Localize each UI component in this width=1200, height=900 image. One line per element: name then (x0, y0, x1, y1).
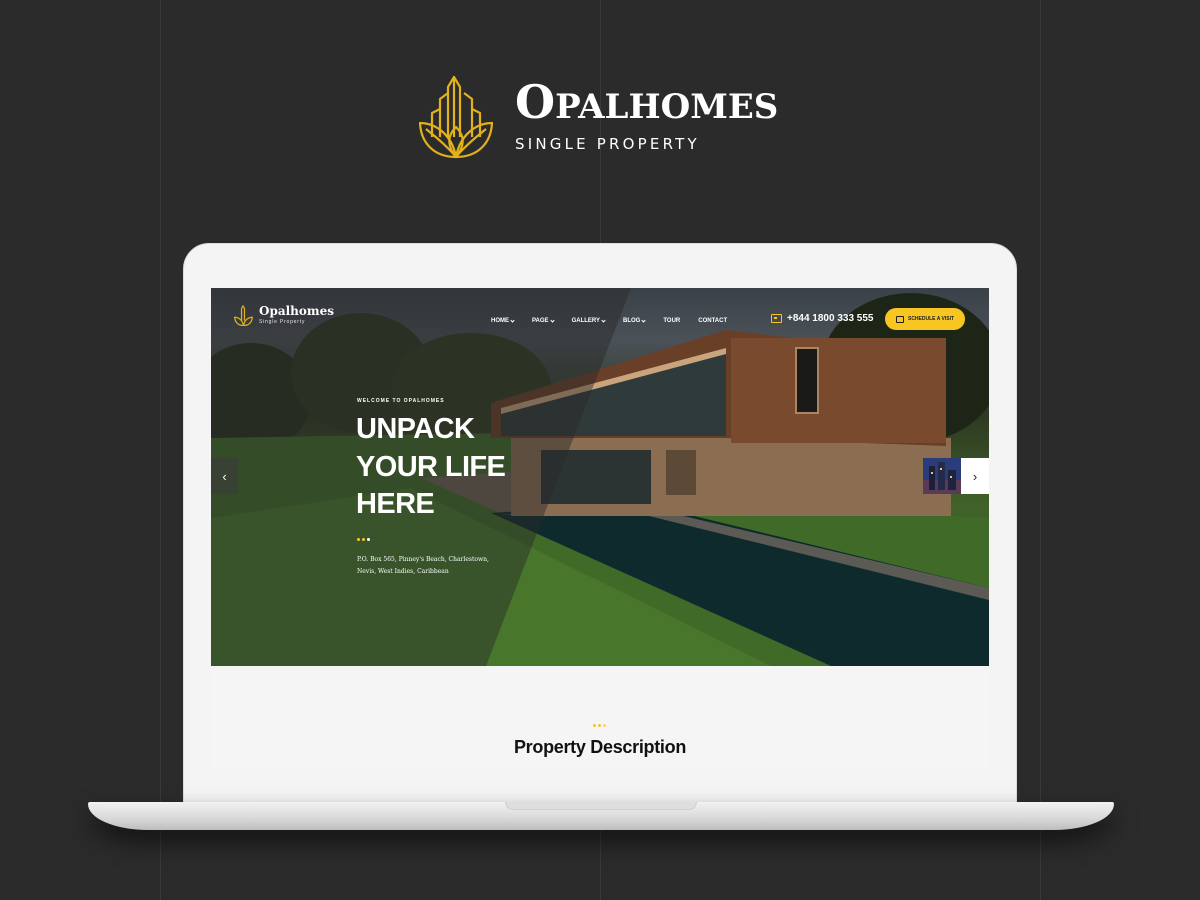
website-screen: Opalhomes Single Property HOME PAGE GALL… (211, 288, 989, 770)
calendar-icon (895, 315, 904, 323)
hero-divider-dots (357, 538, 370, 541)
menu-item-gallery[interactable]: GALLERY (572, 316, 606, 326)
section-divider-dots (593, 724, 606, 727)
hero-kicker: WELCOME TO OPALHOMES (357, 398, 445, 404)
hero-headline: UNPACK YOUR LIFE HERE (356, 413, 506, 520)
section-title: Property Description (513, 737, 687, 757)
hero-slider: Opalhomes Single Property HOME PAGE GALL… (211, 288, 989, 666)
menu-item-page[interactable]: PAGE (532, 316, 555, 326)
menu-item-tour[interactable]: TOUR (663, 316, 680, 326)
slider-prev-button[interactable]: ‹ (211, 458, 238, 494)
brand-header: OPALHOMES SINGLE PROPERTY (418, 73, 788, 163)
menu-item-home[interactable]: HOME (491, 316, 515, 326)
brand-tagline: SINGLE PROPERTY (515, 135, 700, 153)
chevron-down-icon (641, 317, 646, 323)
chevron-down-icon (510, 317, 515, 323)
city-thumbnail-image (923, 458, 961, 494)
phone-link[interactable]: +844 1800 333 555 (771, 313, 873, 324)
brand-name: OPALHOMES (515, 75, 779, 129)
chevron-down-icon (601, 317, 606, 323)
guide-line (1040, 0, 1041, 900)
phone-icon (771, 314, 782, 323)
schedule-visit-button[interactable]: SCHEDULE A VISIT (885, 308, 965, 330)
schedule-visit-label: SCHEDULE A VISIT (907, 316, 955, 322)
chevron-left-icon: ‹ (222, 468, 227, 484)
glass-overlay (211, 288, 631, 666)
site-logo-name: Opalhomes (259, 304, 334, 318)
menu-item-contact[interactable]: CONTACT (698, 316, 727, 326)
building-leaf-logo-icon (234, 305, 253, 326)
site-logo[interactable]: Opalhomes Single Property (234, 304, 334, 328)
main-menu: HOME PAGE GALLERY BLOG TOUR CONTACT (491, 316, 727, 326)
laptop-notch (505, 802, 697, 810)
slider-next-button[interactable]: › (961, 458, 989, 494)
phone-number: +844 1800 333 555 (787, 313, 874, 324)
next-slide-thumbnail[interactable] (923, 458, 961, 494)
chevron-down-icon (549, 317, 555, 323)
property-section: Property Description (211, 666, 989, 770)
site-logo-tagline: Single Property (259, 319, 306, 325)
guide-line (160, 0, 161, 900)
menu-item-blog[interactable]: BLOG (623, 316, 646, 326)
chevron-right-icon: › (972, 468, 978, 484)
hero-address: P.O. Box 565, Pinney's Beach, Charlestow… (357, 556, 489, 575)
building-leaf-logo-icon (418, 75, 494, 159)
